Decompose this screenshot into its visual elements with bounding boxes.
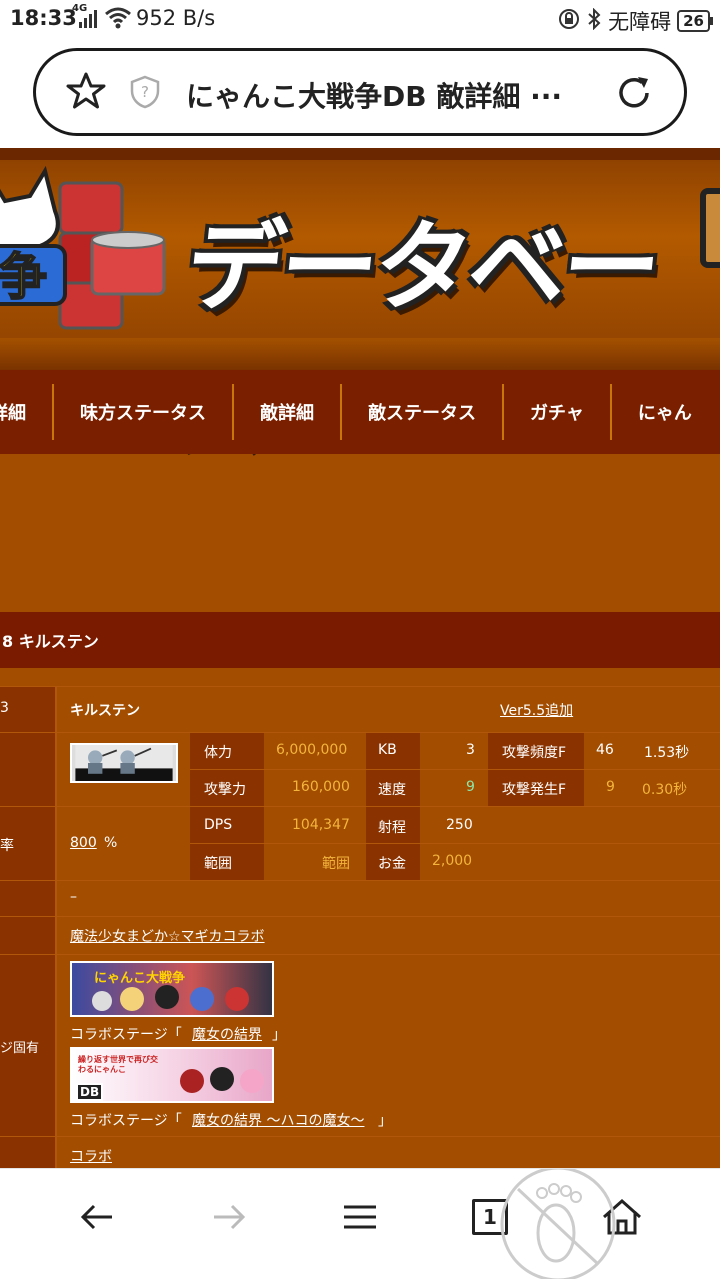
version-link[interactable]: Ver5.5追加 [500,700,573,720]
enemy-heading: 8 キルステン [0,612,720,668]
rate-unit: % [104,835,118,851]
collab-link[interactable]: 魔法少女まどか☆マギカコラボ [70,926,265,946]
web-page: 争 データベース 詳細 味方ステータス 敵詳細 敵ステータス ガチャ にゃん 8… [0,148,720,1168]
row-label: 3 [0,700,9,716]
browser-bottom-nav: 1 [0,1166,720,1280]
page-title[interactable]: にゃんこ大戦争DB 敵詳細 ··· [186,75,562,115]
nav-item-enemy-status[interactable]: 敵ステータス [342,384,504,440]
table-row: コラボ [0,1136,720,1168]
money-label: お金 [378,856,406,872]
stage1-link[interactable]: 魔女の結界 [192,1024,262,1044]
table-row: 3 キルステン Ver5.5追加 [0,686,720,733]
svg-text:?: ? [141,83,149,101]
signal-icon [78,8,100,35]
occur-label: 攻撃発生F [502,782,567,798]
back-arrow-icon[interactable] [78,1197,118,1246]
speed-value: 9 [466,779,475,795]
table-row: ジ固有 にゃんこ大戦争 コラボステージ「 魔女の結界 」 繰り返す世界で再び交わ… [0,954,720,1137]
stage2-prefix: コラボステージ「 [70,1113,182,1129]
rate-value-link[interactable]: 800 [70,835,97,851]
table-row: 体力 6,000,000 KB 3 攻撃頻度F 46 1.53秒 攻撃力 160… [0,732,720,807]
site-header: 争 データベース [0,148,720,467]
reload-icon[interactable] [614,73,654,113]
kb-label: KB [378,742,397,758]
bookmark-star-icon[interactable] [66,71,106,118]
security-shield-icon[interactable]: ? [128,75,162,109]
freq-frames: 46 [596,742,614,758]
freq-seconds: 1.53秒 [644,745,690,761]
atk-value: 160,000 [292,779,350,795]
nav-item-nyanko[interactable]: にゃん [612,384,718,440]
stage1-prefix: コラボステージ「 [70,1027,182,1043]
status-time: 18:33 [10,6,77,30]
svg-text:争: 争 [0,248,47,306]
money-value: 2,000 [432,853,473,869]
stage1-suffix: 」 [272,1027,286,1043]
hp-value: 6,000,000 [276,742,348,758]
occur-frames: 9 [606,779,615,795]
logo-edge [700,188,720,268]
collab-banner-2[interactable]: 繰り返す世界で再び交わるにゃんこ DB [70,1047,274,1103]
network-speed: 952 B/s [136,6,216,30]
enemy-name: キルステン [70,703,140,719]
site-nav: 詳細 味方ステータス 敵詳細 敵ステータス ガチャ にゃん [0,370,720,454]
collab-banner-1[interactable]: にゃんこ大戦争 [70,961,274,1017]
kb-value: 3 [466,742,475,758]
rate-label: 率 [0,838,14,854]
table-row: 率 800 % DPS 104,347 射程 250 範囲 範囲 お金 2,00… [0,806,720,881]
enemy-thumbnail [70,743,178,783]
wifi-icon [104,6,132,35]
status-bar: 18:33 4G 952 B/s 无障碍 26 [0,0,720,40]
nav-item-gacha[interactable]: ガチャ [504,384,612,440]
hp-label: 体力 [204,745,232,761]
dps-value: 104,347 [292,817,350,833]
stage2-suffix: 」 [378,1113,392,1129]
cat-logo-image: 争 [0,166,67,306]
range-label: 射程 [378,820,406,836]
category-link[interactable]: コラボ [70,1146,112,1166]
area-label: 範囲 [204,856,232,872]
footprint-watermark-icon [498,1166,618,1280]
freq-label: 攻撃頻度F [502,745,567,761]
nav-item-detail[interactable]: 詳細 [0,384,54,440]
ability-value: – [70,889,77,905]
stage-row-label: ジ固有 [0,1041,40,1056]
area-value: 範囲 [322,856,350,872]
address-bar[interactable]: ? にゃんこ大戦争DB 敵詳細 ··· [33,48,687,136]
lock-icon [558,8,580,35]
bluetooth-icon [586,7,602,35]
forward-arrow-icon[interactable] [208,1197,248,1246]
stage2-link[interactable]: 魔女の結界 ～ハコの魔女～ [192,1110,364,1130]
accessibility-label: 无障碍 [608,10,672,34]
dps-label: DPS [204,817,233,833]
nav-item-enemy-detail[interactable]: 敵詳細 [234,384,342,440]
battery-icon: 26 [677,10,713,32]
range-value: 250 [446,817,473,833]
occur-seconds: 0.30秒 [642,782,688,798]
table-row: – [0,880,720,917]
nav-item-unit-status[interactable]: 味方ステータス [54,384,234,440]
speed-label: 速度 [378,782,406,798]
table-row: 魔法少女まどか☆マギカコラボ [0,916,720,955]
menu-icon[interactable] [340,1197,380,1246]
atk-label: 攻撃力 [204,782,246,798]
